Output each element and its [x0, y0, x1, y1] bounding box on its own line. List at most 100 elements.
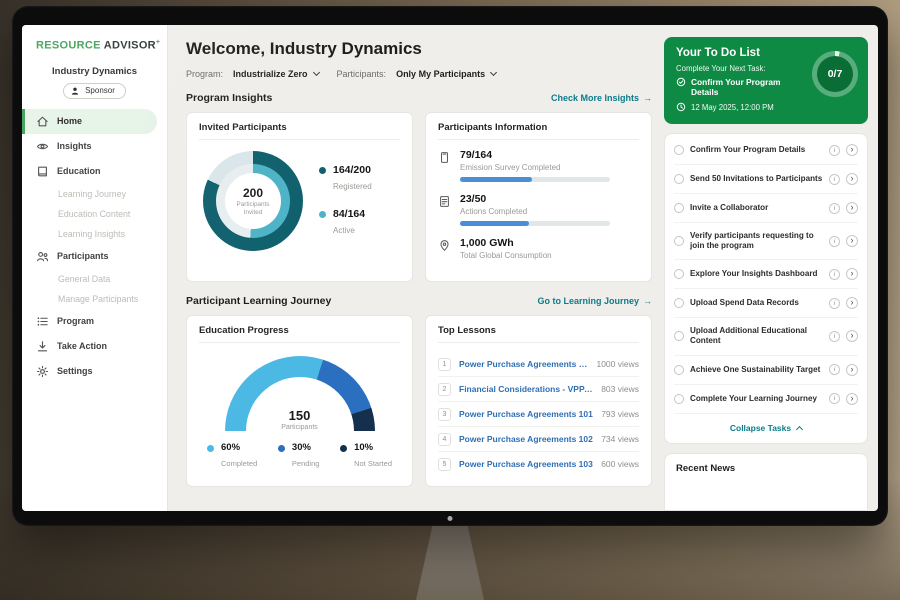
gauge-center-label: Participants: [225, 424, 375, 432]
participants-filter-label: Participants:: [337, 69, 387, 79]
task-row[interactable]: Confirm Your Program Details i ›: [674, 136, 858, 165]
sidebar-item-participants[interactable]: Participants: [22, 244, 167, 269]
task-label: Verify participants requesting to join t…: [690, 231, 823, 251]
info-icon[interactable]: i: [829, 393, 840, 404]
chevron-right-icon[interactable]: ›: [846, 235, 858, 247]
sidebar-item-learning-insights[interactable]: Learning Insights: [22, 224, 167, 244]
sponsor-badge[interactable]: Sponsor: [63, 83, 126, 99]
lesson-link[interactable]: Financial Considerations - VPPAs: [459, 384, 593, 394]
info-icon[interactable]: i: [829, 203, 840, 214]
lesson-link[interactable]: Power Purchase Agreements 102: [459, 434, 593, 444]
checkbox-icon[interactable]: [674, 331, 684, 341]
chevron-right-icon[interactable]: ›: [846, 297, 858, 309]
chevron-right-icon[interactable]: ›: [846, 364, 858, 376]
sidebar-item-education[interactable]: Education: [22, 159, 167, 184]
gear-icon: [36, 365, 49, 378]
lesson-link[interactable]: Power Purchase Agreements 101: [459, 359, 588, 369]
checkbox-icon[interactable]: [674, 203, 684, 213]
monitor-power-dot: [448, 516, 453, 521]
link-label: Check More Insights: [551, 93, 639, 103]
info-row-consumption: 1,000 GWh Total Global Consumption: [438, 237, 639, 260]
sidebar-item-label: Take Action: [57, 341, 107, 351]
checkbox-icon[interactable]: [674, 145, 684, 155]
section-title: Participant Learning Journey: [186, 295, 331, 307]
task-row[interactable]: Send 50 Invitations to Participants i ›: [674, 165, 858, 194]
sidebar-item-general-data[interactable]: General Data: [22, 269, 167, 289]
task-row[interactable]: Upload Spend Data Records i ›: [674, 289, 858, 318]
info-icon[interactable]: i: [829, 174, 840, 185]
sidebar-item-insights[interactable]: Insights: [22, 134, 167, 159]
check-more-insights-link[interactable]: Check More Insights →: [551, 93, 652, 103]
todo-title: Your To Do List: [676, 47, 806, 59]
eye-icon: [36, 140, 49, 153]
task-row[interactable]: Verify participants requesting to join t…: [674, 223, 858, 260]
checkbox-icon[interactable]: [674, 236, 684, 246]
info-icon[interactable]: i: [829, 298, 840, 309]
collapse-tasks-link[interactable]: Collapse Tasks: [674, 414, 858, 441]
donut-center-value: 200: [243, 186, 263, 200]
emission-survey-icon: [438, 151, 451, 164]
legend-value: 84/164: [333, 208, 365, 220]
checkbox-icon[interactable]: [674, 269, 684, 279]
go-to-learning-journey-link[interactable]: Go to Learning Journey →: [537, 296, 652, 306]
lesson-rank: 4: [438, 433, 451, 446]
chevron-right-icon[interactable]: ›: [846, 202, 858, 214]
program-select[interactable]: Industrialize Zero: [233, 69, 319, 79]
chevron-right-icon[interactable]: ›: [846, 330, 858, 342]
legend-dot: [340, 445, 347, 452]
checkbox-icon[interactable]: [674, 365, 684, 375]
checkbox-icon[interactable]: [674, 394, 684, 404]
task-label: Invite a Collaborator: [690, 203, 823, 213]
legend-value: 164/200: [333, 164, 372, 176]
sidebar-item-home[interactable]: Home: [22, 109, 157, 134]
sidebar-item-settings[interactable]: Settings: [22, 359, 167, 384]
legend-item-pending: 30%Pending: [278, 442, 320, 471]
lesson-row: 5 Power Purchase Agreements 103 600 view…: [438, 452, 639, 476]
todo-next-task-label: Confirm Your Program Details: [691, 77, 806, 97]
section-title: Program Insights: [186, 92, 272, 104]
task-row[interactable]: Complete Your Learning Journey i ›: [674, 385, 858, 414]
sidebar-item-take-action[interactable]: Take Action: [22, 334, 167, 359]
invited-donut: 200 Participants Invited: [203, 151, 303, 251]
info-icon[interactable]: i: [829, 331, 840, 342]
lesson-link[interactable]: Power Purchase Agreements 101: [459, 409, 593, 419]
metric-value: 79/164: [460, 149, 610, 161]
progress-track: [460, 177, 610, 182]
info-icon[interactable]: i: [829, 145, 840, 156]
task-row[interactable]: Upload Additional Educational Content i …: [674, 318, 858, 355]
info-icon[interactable]: i: [829, 364, 840, 375]
chevron-right-icon[interactable]: ›: [846, 393, 858, 405]
lesson-row: 4 Power Purchase Agreements 102 734 view…: [438, 427, 639, 452]
sidebar-item-label: Education Content: [58, 209, 130, 219]
task-label: Send 50 Invitations to Participants: [690, 174, 823, 184]
sidebar-item-label: Learning Insights: [58, 229, 125, 239]
program-select-value: Industrialize Zero: [233, 69, 308, 79]
info-icon[interactable]: i: [829, 269, 840, 280]
task-row[interactable]: Invite a Collaborator i ›: [674, 194, 858, 223]
sidebar-item-learning-journey[interactable]: Learning Journey: [22, 184, 167, 204]
lesson-row: 3 Power Purchase Agreements 101 793 view…: [438, 402, 639, 427]
info-row-actions: 23/50 Actions Completed: [438, 193, 639, 226]
learning-cards: Education Progress 150 Participants: [186, 315, 652, 487]
sidebar-item-label: Settings: [57, 366, 93, 376]
sidebar-item-manage-participants[interactable]: Manage Participants: [22, 289, 167, 309]
checkbox-icon[interactable]: [674, 174, 684, 184]
lesson-row: 2 Financial Considerations - VPPAs 803 v…: [438, 377, 639, 402]
task-row[interactable]: Achieve One Sustainability Target i ›: [674, 356, 858, 385]
legend-label: Active: [333, 226, 355, 235]
checkbox-icon[interactable]: [674, 298, 684, 308]
sidebar-item-education-content[interactable]: Education Content: [22, 204, 167, 224]
task-label: Explore Your Insights Dashboard: [690, 269, 823, 279]
participants-select[interactable]: Only My Participants: [396, 69, 496, 79]
chevron-right-icon[interactable]: ›: [846, 268, 858, 280]
info-icon[interactable]: i: [829, 236, 840, 247]
sidebar-item-program[interactable]: Program: [22, 309, 167, 334]
legend-item-not-started: 10%Not Started: [340, 442, 392, 471]
lesson-rank: 2: [438, 383, 451, 396]
lesson-rank: 1: [438, 358, 451, 371]
task-row[interactable]: Explore Your Insights Dashboard i ›: [674, 260, 858, 289]
chevron-right-icon[interactable]: ›: [846, 144, 858, 156]
todo-progress-ring: 0/7: [812, 51, 858, 97]
chevron-right-icon[interactable]: ›: [846, 173, 858, 185]
lesson-link[interactable]: Power Purchase Agreements 103: [459, 459, 593, 469]
